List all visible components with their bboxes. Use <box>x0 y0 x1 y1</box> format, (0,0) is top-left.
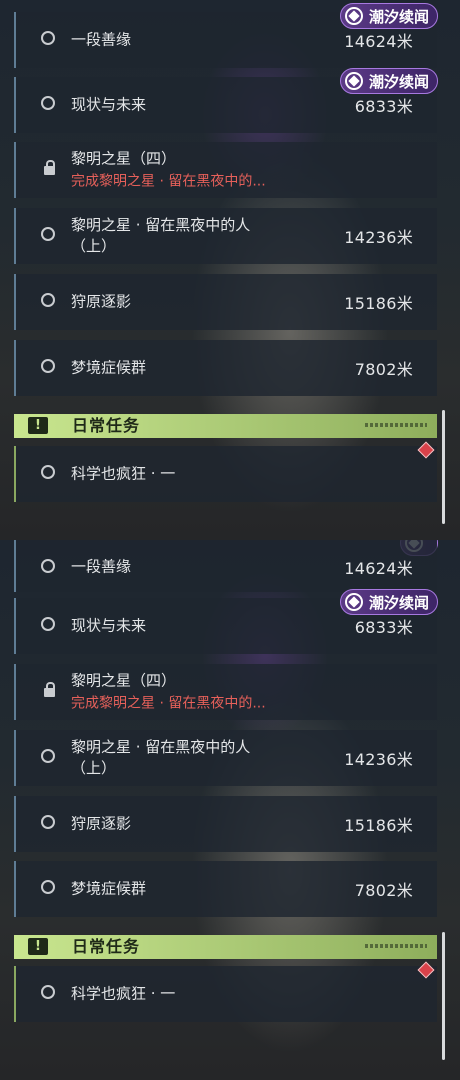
event-tag: 潮汐续闻 <box>339 3 438 29</box>
circle-icon <box>41 31 55 45</box>
quest-title: 黎明之星（四） <box>71 149 177 168</box>
circle-icon <box>41 985 55 999</box>
circle-icon <box>41 880 55 894</box>
lock-icon <box>44 160 55 175</box>
daily-quest-row[interactable]: 科学也疯狂 · 一 <box>14 446 437 502</box>
quest-distance: 7802米 <box>354 881 413 900</box>
quest-distance: 14624米 <box>344 559 413 578</box>
event-tag: 潮汐续闻 <box>339 589 438 615</box>
quest-panel: 一段善缘 14624米 现状与未来 6833米 潮汐续闻 黎明之星（四） 完成黎… <box>0 540 460 1080</box>
daily-section-header[interactable]: ! 日常任务 <box>14 935 437 959</box>
scrollbar[interactable] <box>442 932 445 1060</box>
circle-icon <box>41 465 55 479</box>
event-tag-label: 潮汐续闻 <box>368 8 429 26</box>
alert-icon: ! <box>28 938 48 955</box>
quest-name: 科学也疯狂 · 一 <box>71 464 176 483</box>
quest-name: 黎明之星（四） 完成黎明之星 · 留在黑夜中的... <box>71 149 266 192</box>
quest-name: 一段善缘 <box>71 557 132 576</box>
tide-logo-icon <box>344 593 363 611</box>
daily-quest-row[interactable]: 科学也疯狂 · 一 <box>14 966 437 1022</box>
quest-distance: 7802米 <box>354 360 413 379</box>
quest-distance: 14236米 <box>344 228 413 247</box>
event-tag-label: 潮汐续闻 <box>368 594 429 612</box>
alert-icon: ! <box>28 417 48 434</box>
quest-name: 狩原逐影 <box>71 814 132 833</box>
quest-distance: 14236米 <box>344 750 413 769</box>
circle-icon <box>41 227 55 241</box>
circle-icon <box>41 293 55 307</box>
quest-row[interactable]: 梦境症候群 7802米 <box>14 340 437 396</box>
quest-name: 科学也疯狂 · 一 <box>71 984 176 1003</box>
tide-logo-icon <box>344 72 363 90</box>
circle-icon <box>41 559 55 573</box>
quest-requirement: 完成黎明之星 · 留在黑夜中的... <box>71 695 266 712</box>
circle-icon <box>41 96 55 110</box>
section-title: 日常任务 <box>72 416 141 435</box>
header-decoration <box>365 423 427 427</box>
quest-distance: 14624米 <box>344 32 413 51</box>
event-tag-label: 潮汐续闻 <box>368 73 429 91</box>
quest-distance: 6833米 <box>354 97 413 116</box>
quest-name: 梦境症候群 <box>71 879 147 898</box>
scrollbar[interactable] <box>442 410 445 524</box>
quest-row-locked[interactable]: 黎明之星（四） 完成黎明之星 · 留在黑夜中的... <box>14 142 437 198</box>
quest-row[interactable]: 梦境症候群 7802米 <box>14 861 437 917</box>
quest-row[interactable]: 狩原逐影 15186米 <box>14 274 437 330</box>
tide-logo-icon <box>344 7 363 25</box>
lock-icon <box>44 682 55 697</box>
quest-panel: 一段善缘 14624米 潮汐续闻 现状与未来 6833米 潮汐续闻 黎明之星（四… <box>0 0 460 540</box>
daily-section-header[interactable]: ! 日常任务 <box>14 414 437 438</box>
circle-icon <box>41 359 55 373</box>
quest-name: 黎明之星 · 留在黑夜中的人（上） <box>71 216 251 255</box>
circle-icon <box>41 617 55 631</box>
quest-name: 狩原逐影 <box>71 292 132 311</box>
quest-name: 现状与未来 <box>71 616 147 635</box>
quest-name: 一段善缘 <box>71 30 132 49</box>
quest-distance: 15186米 <box>344 816 413 835</box>
circle-icon <box>41 749 55 763</box>
quest-row[interactable]: 黎明之星 · 留在黑夜中的人（上） 14236米 <box>14 730 437 786</box>
quest-name: 黎明之星 · 留在黑夜中的人（上） <box>71 738 251 777</box>
quest-title: 黎明之星（四） <box>71 671 177 690</box>
quest-row[interactable]: 黎明之星 · 留在黑夜中的人（上） 14236米 <box>14 208 437 264</box>
quest-row[interactable]: 一段善缘 14624米 <box>14 540 437 592</box>
quest-name: 梦境症候群 <box>71 358 147 377</box>
quest-distance: 15186米 <box>344 294 413 313</box>
section-title: 日常任务 <box>72 937 141 956</box>
quest-row[interactable]: 狩原逐影 15186米 <box>14 796 437 852</box>
circle-icon <box>41 815 55 829</box>
event-tag: 潮汐续闻 <box>339 68 438 94</box>
quest-requirement: 完成黎明之星 · 留在黑夜中的... <box>71 173 266 190</box>
quest-distance: 6833米 <box>354 618 413 637</box>
quest-name: 黎明之星（四） 完成黎明之星 · 留在黑夜中的... <box>71 671 266 714</box>
quest-row-locked[interactable]: 黎明之星（四） 完成黎明之星 · 留在黑夜中的... <box>14 664 437 720</box>
header-decoration <box>365 944 427 948</box>
quest-name: 现状与未来 <box>71 95 147 114</box>
